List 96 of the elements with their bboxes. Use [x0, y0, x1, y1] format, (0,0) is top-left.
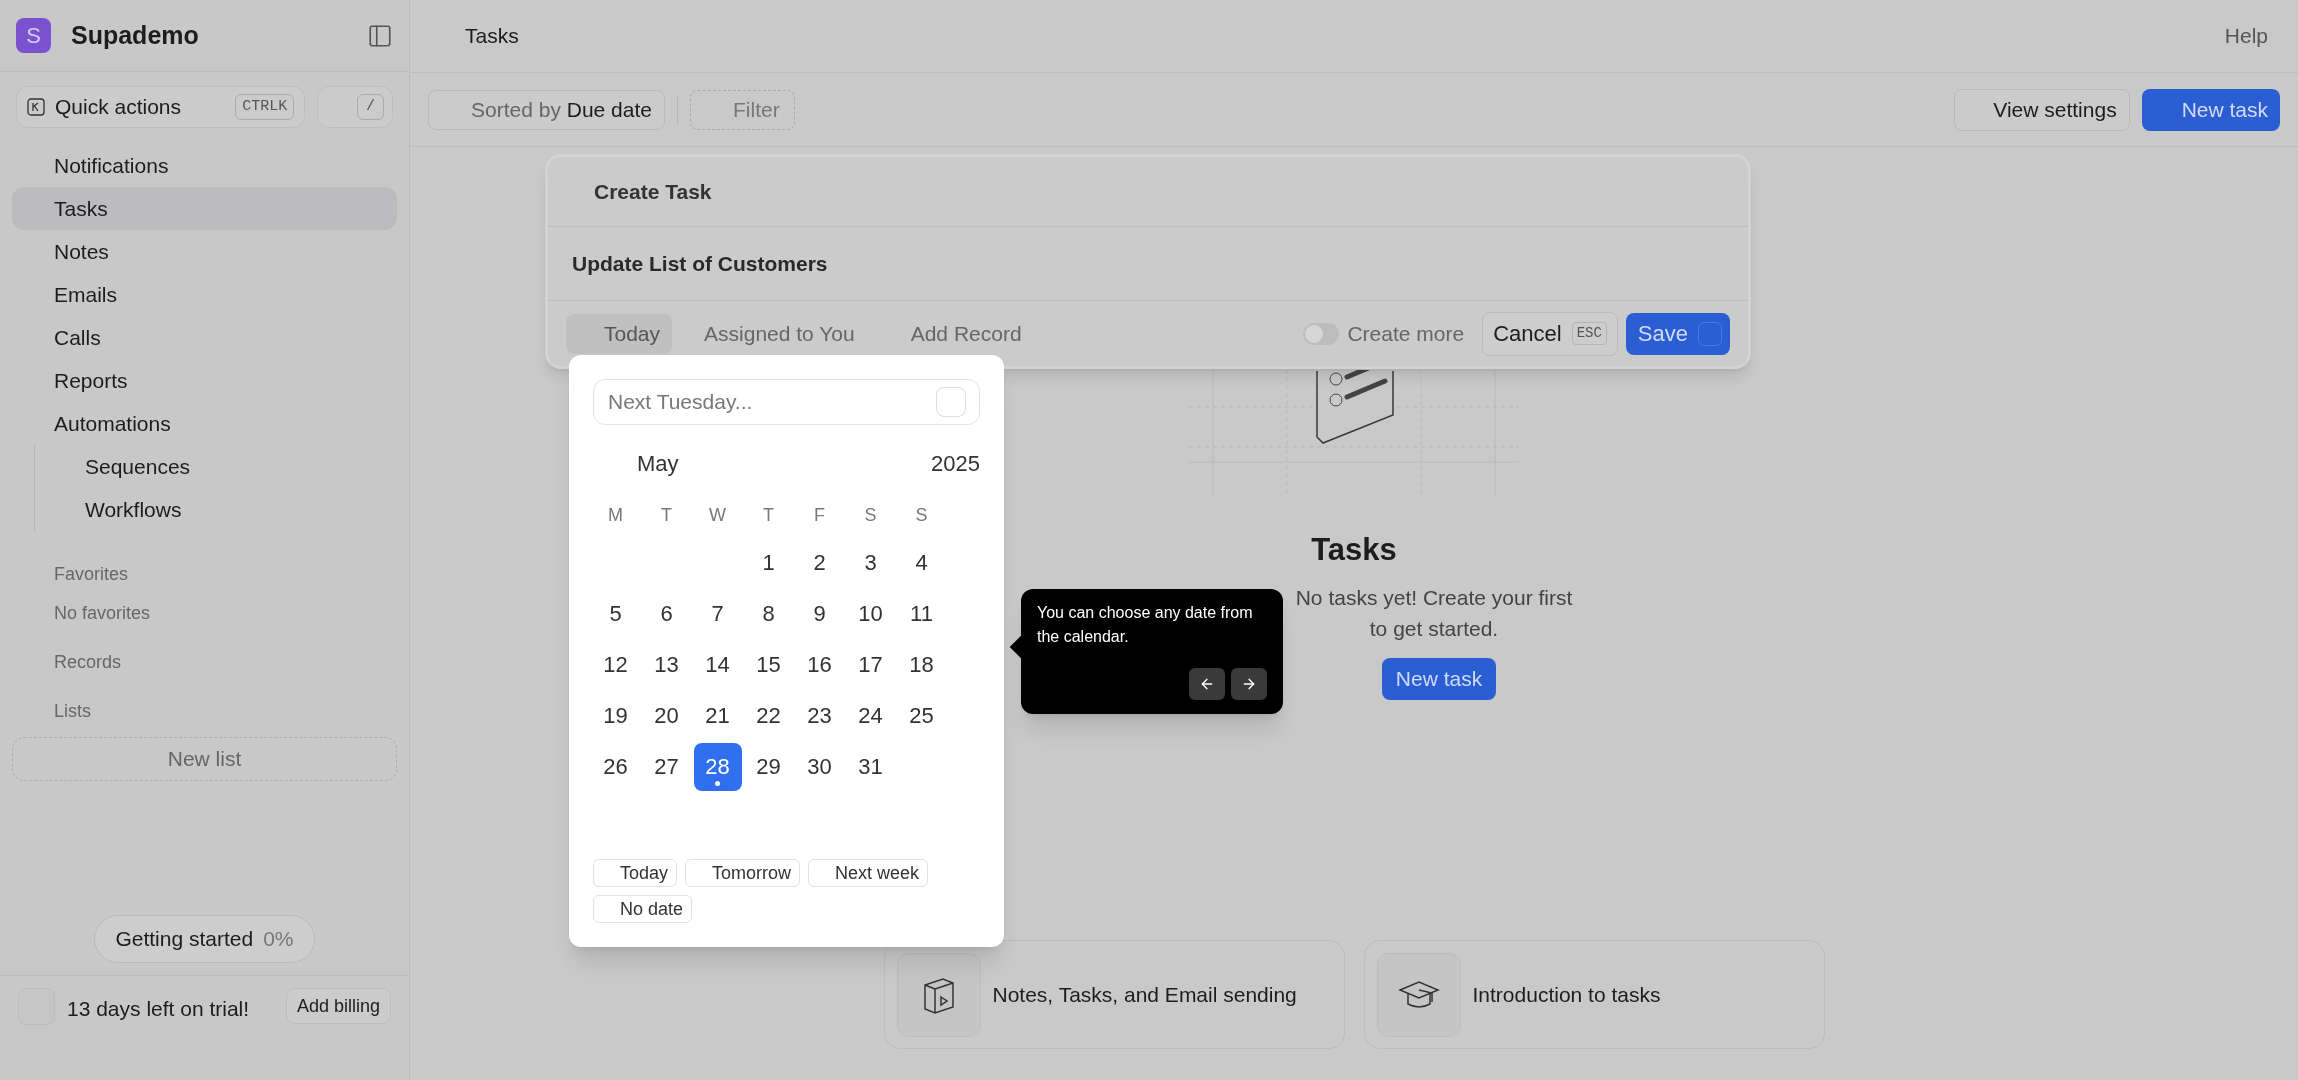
calendar-day[interactable]: 4: [897, 538, 946, 587]
calendar-day[interactable]: 12: [591, 640, 640, 689]
quick-date-button[interactable]: Today: [593, 859, 678, 887]
task-option-chip[interactable]: Add Record: [886, 313, 1046, 354]
calendar-day[interactable]: 23: [795, 691, 844, 740]
app-name: Supademo: [71, 19, 199, 51]
calendar-day[interactable]: 11: [897, 589, 946, 638]
calendar-day[interactable]: 8: [744, 589, 793, 638]
section-heading: Favorites: [53, 563, 130, 586]
card-title: Introduction to tasks: [1472, 981, 1661, 1008]
page-title: Tasks: [465, 23, 519, 50]
calendar-day[interactable]: 3: [846, 538, 895, 587]
calendar-day[interactable]: 19: [591, 691, 640, 740]
calendar-day[interactable]: 17: [846, 640, 895, 689]
cancel-button[interactable]: Cancel ESC: [1482, 311, 1618, 356]
dialog-title: Create Task: [594, 178, 712, 205]
app-logo: S: [16, 18, 51, 53]
task-name-field[interactable]: Update List of Customers: [572, 247, 828, 280]
calendar-day[interactable]: 22: [744, 691, 793, 740]
calendar-day[interactable]: 9: [795, 589, 844, 638]
calendar-day[interactable]: 13: [642, 640, 691, 689]
calendar-day[interactable]: 20: [642, 691, 691, 740]
resource-card[interactable]: Introduction to tasks: [1363, 940, 1825, 1049]
weekday-label: T: [762, 504, 775, 527]
sidebar-item[interactable]: Calls: [12, 316, 397, 359]
calendar-day[interactable]: 21: [693, 691, 742, 740]
arrow-left-icon: [1199, 676, 1215, 692]
calendar-day[interactable]: 29: [744, 742, 793, 791]
calendar-day[interactable]: 27: [642, 742, 691, 791]
next-button[interactable]: [1231, 668, 1267, 700]
calendar-day[interactable]: 25: [897, 691, 946, 740]
task-option-chip[interactable]: Assigned to You: [680, 313, 879, 354]
calendar-day[interactable]: 18: [897, 640, 946, 689]
save-button[interactable]: Save: [1625, 312, 1730, 355]
sidebar-item[interactable]: Notifications: [12, 144, 397, 187]
calendar-day[interactable]: 1: [744, 538, 793, 587]
tooltip-text: You can choose any date from the calendar.: [1037, 603, 1254, 647]
calendar-day[interactable]: 14: [693, 640, 742, 689]
calendar-day[interactable]: 6: [642, 589, 691, 638]
weekday-label: S: [914, 504, 929, 527]
quick-actions-button[interactable]: Quick actions CTRLK: [16, 86, 306, 128]
calendar-day[interactable]: 15: [744, 640, 793, 689]
calendar-day[interactable]: 2: [795, 538, 844, 587]
sort-button[interactable]: Sorted by Due date: [428, 89, 665, 130]
add-billing-button[interactable]: Add billing: [285, 988, 391, 1024]
task-option-chip[interactable]: Today: [566, 313, 673, 354]
previous-button[interactable]: [1189, 668, 1225, 700]
section-heading: Records: [53, 651, 123, 674]
sidebar-item[interactable]: Automations: [12, 402, 397, 445]
new-task-button[interactable]: New task: [2141, 88, 2280, 131]
sidebar-item[interactable]: Emails: [12, 273, 397, 316]
calendar-day[interactable]: 5: [591, 589, 640, 638]
empty-text: No favorites: [53, 602, 152, 625]
card-title: Notes, Tasks, and Email sending: [992, 981, 1297, 1008]
calendar-day[interactable]: 16: [795, 640, 844, 689]
weekday-label: W: [708, 504, 727, 527]
weekday-label: S: [863, 504, 878, 527]
create-more-label: Create more: [1347, 320, 1465, 347]
shortcut-key: CTRLK: [235, 93, 295, 121]
empty-state-title: Tasks: [1311, 531, 1397, 569]
year-label: 2025: [931, 450, 980, 478]
sidebar-item[interactable]: Notes: [12, 230, 397, 273]
sidebar-item[interactable]: Reports: [12, 359, 397, 402]
sidebar-toggle-icon[interactable]: [367, 22, 393, 49]
calendar-day[interactable]: 26: [591, 742, 640, 791]
view-settings-button[interactable]: View settings: [1954, 88, 2130, 131]
slash-command-button[interactable]: /: [317, 86, 393, 128]
help-link[interactable]: Help: [2224, 20, 2268, 52]
weekday-label: T: [660, 504, 673, 527]
weekday-label: F: [813, 504, 826, 527]
quick-date-button[interactable]: No date: [593, 895, 693, 923]
section-heading: Lists: [53, 700, 92, 723]
date-search-field[interactable]: Next Tuesday...: [593, 379, 980, 425]
calendar-day[interactable]: 31: [846, 742, 895, 791]
sidebar-item[interactable]: Tasks: [12, 187, 397, 230]
weekday-label: M: [607, 504, 624, 527]
month-label: May: [637, 450, 679, 478]
calendar-day[interactable]: 30: [795, 742, 844, 791]
calendar-day[interactable]: 7: [693, 589, 742, 638]
quick-date-button[interactable]: Tomorrow: [685, 859, 801, 887]
calendar-day[interactable]: 24: [846, 691, 895, 740]
arrow-right-icon: [1241, 676, 1257, 692]
empty-state-text: to get started.: [1369, 615, 1499, 642]
empty-state-text: No tasks yet! Create your first: [1295, 584, 1573, 611]
create-more-toggle[interactable]: [1303, 322, 1340, 345]
shortcut-icon: [936, 387, 966, 417]
calendar-day[interactable]: 10: [846, 589, 895, 638]
calendar-day[interactable]: 28: [693, 742, 742, 791]
trial-text: 13 days left on trial!: [67, 996, 250, 1022]
keyboard-key-icon: [27, 98, 45, 116]
getting-started-button[interactable]: Getting started 0%: [94, 915, 315, 963]
resource-card[interactable]: Notes, Tasks, and Email sending: [883, 940, 1345, 1049]
sidebar-item[interactable]: Sequences: [35, 445, 397, 488]
sidebar-item[interactable]: Workflows: [35, 488, 397, 531]
new-task-button[interactable]: New task: [1381, 657, 1497, 700]
quick-date-button[interactable]: Next week: [808, 859, 929, 887]
